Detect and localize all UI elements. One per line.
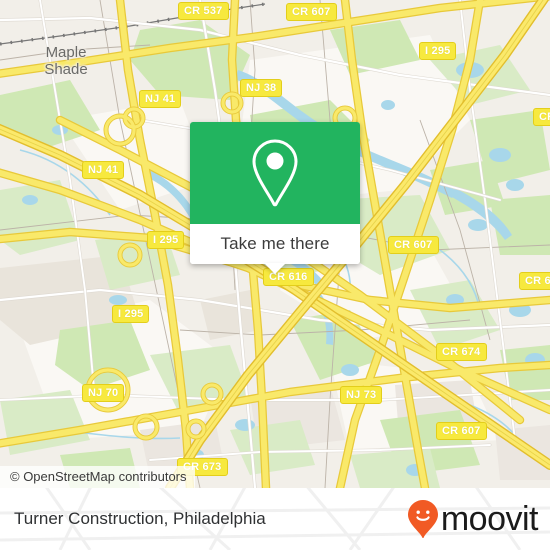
page-title: Turner Construction, Philadelphia	[14, 509, 266, 528]
location-pin-icon	[252, 139, 298, 207]
moovit-brand[interactable]: moovit	[407, 488, 539, 550]
place-label-maple-shade: Maple Shade	[44, 44, 88, 78]
popup-action-area[interactable]: Take me there	[190, 224, 360, 264]
destination-popup[interactable]: Take me there	[190, 122, 360, 274]
road-shield: NJ 41	[139, 90, 182, 108]
map-attribution[interactable]: © OpenStreetMap contributors	[0, 466, 195, 488]
road-shield: CR 674	[436, 343, 487, 361]
road-shield: CR 607	[286, 3, 337, 21]
take-me-there-label: Take me there	[220, 234, 330, 253]
road-shield: CR 607	[388, 236, 439, 254]
road-shield: NJ 38	[240, 79, 283, 97]
map-canvas[interactable]: .park { fill:#cfe8b4; } .park2 { fill:#d…	[0, 0, 550, 488]
road-shield: I 295	[147, 231, 185, 249]
road-shield: CR	[533, 108, 550, 126]
road-shield: I 295	[419, 42, 457, 60]
moovit-map-screen: .park { fill:#cfe8b4; } .park2 { fill:#d…	[0, 0, 550, 550]
popup-pin-area	[190, 122, 360, 224]
popup-tail	[264, 263, 286, 274]
road-shield: CR 537	[178, 2, 229, 20]
road-shield: NJ 73	[340, 386, 383, 404]
road-shield: NJ 41	[82, 161, 125, 179]
moovit-wordmark: moovit	[440, 500, 539, 538]
road-shield: CR 67	[519, 272, 550, 290]
road-shield: CR 607	[436, 422, 487, 440]
road-shield: NJ 70	[82, 384, 125, 402]
moovit-smiley-pin-icon	[407, 500, 438, 538]
bottom-bar: Turner Construction, Philadelphia moovit	[0, 488, 550, 550]
road-shield: I 295	[112, 305, 150, 323]
